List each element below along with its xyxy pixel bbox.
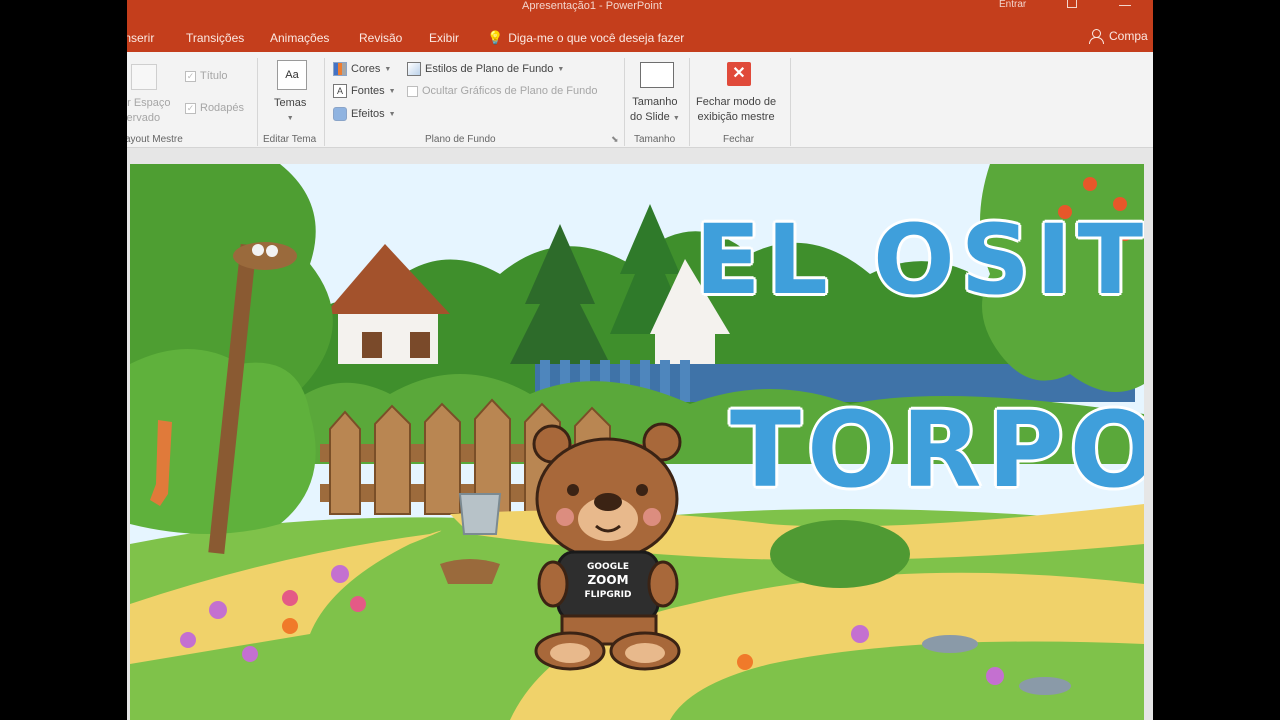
slide-workspace: GOOGLE ZOOM FLIPGRID EL OSITO TORPON xyxy=(127,149,1153,720)
hide-background-graphics-checkbox[interactable]: Ocultar Gráficos de Plano de Fundo xyxy=(407,85,597,97)
tab-animations[interactable]: Animações xyxy=(270,31,329,45)
insert-placeholder-label-2: servado xyxy=(127,112,161,124)
edit-theme-group-label: Editar Tema xyxy=(263,134,317,145)
colors-icon xyxy=(333,62,347,76)
slide-canvas[interactable]: GOOGLE ZOOM FLIPGRID EL OSITO TORPON xyxy=(130,164,1144,720)
fonts-button[interactable]: A Fontes ▼ xyxy=(333,84,396,98)
close-group-label: Fechar xyxy=(723,134,755,145)
footers-checkbox-label: Rodapés xyxy=(200,102,245,114)
insert-placeholder-button[interactable]: rir Espaço servado xyxy=(127,96,171,126)
background-styles-label: Estilos de Plano de Fundo xyxy=(425,63,554,75)
separator xyxy=(257,58,258,146)
tell-me-box[interactable]: 💡 Diga-me o que você deseja fazer xyxy=(487,30,684,46)
fonts-label: Fontes xyxy=(351,85,385,97)
chevron-down-icon: ▼ xyxy=(286,115,294,122)
separator xyxy=(324,58,325,146)
effects-label: Efeitos xyxy=(351,108,385,120)
fonts-icon: A xyxy=(333,84,347,98)
footers-checkbox[interactable]: Rodapés xyxy=(185,102,244,114)
background-group-label: Plano de Fundo xyxy=(425,134,496,145)
tell-me-text: Diga-me o que você deseja fazer xyxy=(508,31,685,45)
tab-review[interactable]: Revisão xyxy=(359,31,402,45)
slide-size-button[interactable]: Tamanho do Slide ▼ xyxy=(630,95,680,126)
signin-link[interactable]: Entrar xyxy=(999,0,1026,10)
close-master-view-icon: ✕ xyxy=(727,62,751,86)
shirt-text-zoom: ZOOM xyxy=(587,573,628,587)
slide-title-line-2[interactable]: TORPON xyxy=(730,389,1144,511)
background-styles-button[interactable]: Estilos de Plano de Fundo ▼ xyxy=(407,62,564,76)
title-checkbox[interactable]: Título xyxy=(185,70,228,82)
shirt-text-flipgrid: FLIPGRID xyxy=(585,590,632,600)
title-checkbox-label: Título xyxy=(200,70,228,82)
minimize-icon[interactable] xyxy=(1119,0,1131,6)
effects-icon xyxy=(333,107,347,121)
slide-title-line-1[interactable]: EL OSITO xyxy=(695,204,1144,316)
powerpoint-window: Apresentação1 - PowerPoint Entrar Inseri… xyxy=(127,0,1153,720)
ribbon-display-options-icon[interactable] xyxy=(1067,0,1077,8)
insert-placeholder-icon xyxy=(131,64,157,90)
tab-view[interactable]: Exibir xyxy=(429,31,459,45)
close-master-label-2: exibição mestre xyxy=(697,111,775,123)
tab-insert[interactable]: Inserir xyxy=(127,31,154,45)
themes-button[interactable]: Temas ▼ xyxy=(274,96,306,126)
ribbon-tabs: Inserir Transições Animações Revisão Exi… xyxy=(127,22,1153,52)
layout-master-group-label: ayout Mestre xyxy=(127,134,183,145)
ribbon: rir Espaço servado Título Rodapés ayout … xyxy=(127,52,1153,148)
slide-size-label-1: Tamanho xyxy=(632,96,678,108)
hide-graphics-label: Ocultar Gráficos de Plano de Fundo xyxy=(422,85,598,97)
separator xyxy=(689,58,690,146)
separator xyxy=(790,58,791,146)
shirt-text-google: GOOGLE xyxy=(587,562,629,572)
background-styles-icon xyxy=(407,62,421,76)
person-icon xyxy=(1089,29,1104,44)
separator xyxy=(624,58,625,146)
window-title: Apresentação1 - PowerPoint xyxy=(521,0,663,12)
colors-label: Cores xyxy=(351,63,381,75)
chevron-down-icon: ▼ xyxy=(557,65,565,73)
tab-transitions[interactable]: Transições xyxy=(186,31,244,45)
title-checkbox-box xyxy=(185,70,196,82)
size-group-label: Tamanho xyxy=(634,134,676,145)
hide-graphics-checkbox-box xyxy=(407,85,418,97)
close-master-view-button[interactable]: Fechar modo de exibição mestre xyxy=(696,95,776,125)
close-master-label-1: Fechar modo de xyxy=(696,96,777,108)
colors-button[interactable]: Cores ▼ xyxy=(333,62,391,76)
themes-icon: Aa xyxy=(277,60,307,90)
effects-button[interactable]: Efeitos ▼ xyxy=(333,107,396,121)
share-button[interactable]: Compa xyxy=(1089,29,1148,44)
share-label: Compa xyxy=(1109,29,1148,43)
insert-placeholder-label-1: rir Espaço xyxy=(127,97,171,109)
slide-size-label-2: do Slide ▼ xyxy=(630,111,680,123)
chevron-down-icon: ▼ xyxy=(384,65,392,73)
footers-checkbox-box xyxy=(185,102,196,114)
chevron-down-icon: ▼ xyxy=(388,110,396,118)
dialog-launcher-icon[interactable]: ⬊ xyxy=(611,134,619,145)
title-bar: Apresentação1 - PowerPoint Entrar xyxy=(127,0,1153,22)
themes-label: Temas xyxy=(274,97,307,109)
chevron-down-icon: ▼ xyxy=(388,87,396,95)
lightbulb-icon: 💡 xyxy=(487,30,504,45)
slide-size-icon xyxy=(640,62,674,88)
